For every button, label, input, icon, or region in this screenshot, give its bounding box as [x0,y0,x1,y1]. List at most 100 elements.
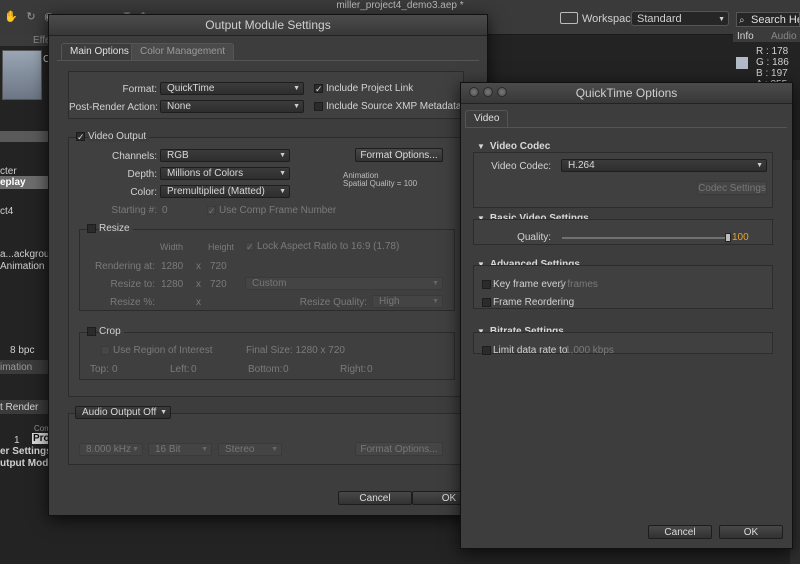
width-header: Width [160,242,184,252]
limit-data-rate-value[interactable]: 1,000 kbps [565,345,614,356]
video-codec-select[interactable]: H.264 ▼ [561,159,767,172]
info-tab[interactable]: Info [737,31,754,42]
chevron-down-icon: ▼ [279,170,286,177]
audio-tab[interactable]: Audio [771,31,797,42]
cancel-button[interactable]: Cancel [338,491,412,505]
project-item[interactable]: ct4 [0,206,13,217]
chevron-down-icon: ▼ [432,298,439,305]
crop-left-value[interactable]: 0 [191,364,197,375]
timeline-tab-bar: imation [0,360,48,374]
bit-depth-select[interactable]: 16 Bit ▼ [148,443,212,456]
chevron-down-icon: ▼ [293,85,300,92]
cancel-button[interactable]: Cancel [648,525,712,539]
crop-bottom-value[interactable]: 0 [283,364,289,375]
crop-right-label: Right: [340,364,367,375]
crop-bottom-label: Bottom: [248,364,283,375]
video-codec-section-title: Video Codec [489,141,551,152]
resize-height-input[interactable]: 720 [210,279,227,290]
format-label: Format: [122,84,157,95]
use-roi-checkbox[interactable] [101,346,110,355]
render-row-number: 1 [14,435,20,446]
crop-top-value[interactable]: 0 [112,364,118,375]
post-render-select[interactable]: None ▼ [160,100,304,113]
frame-reordering-checkbox[interactable] [482,298,491,307]
sample-rate-select[interactable]: 8.000 kHz ▼ [79,443,143,456]
quality-slider-thumb[interactable] [725,233,731,242]
resize-checkbox[interactable] [87,224,96,233]
resize-quality-label: Resize Quality: [299,297,367,308]
format-select[interactable]: QuickTime ▼ [160,82,304,95]
chevron-down-icon: ▼ [718,16,725,23]
chevron-down-icon: ▼ [201,446,208,453]
include-xmp-label: Include Source XMP Metadata [326,101,462,112]
tab-main-options[interactable]: Main Options [61,43,138,60]
chevron-down-icon: ▼ [160,409,167,416]
use-comp-frame-checkbox[interactable]: ✓ [207,206,216,216]
include-project-link-checkbox[interactable]: ✓ [314,84,323,94]
limit-data-rate-checkbox[interactable] [482,346,491,355]
codec-settings-button[interactable]: Codec Settings [697,181,767,195]
chevron-down-icon: ▼ [756,162,763,169]
project-item[interactable]: Animation [0,261,44,272]
audio-output-value: Audio Output Off [82,407,157,418]
crop-right-value[interactable]: 0 [367,364,373,375]
project-item-selected[interactable]: eplay [0,176,48,189]
rendering-width: 1280 [161,261,184,272]
frame-reordering-label: Frame Reordering [493,297,575,308]
minimize-window-icon[interactable] [483,87,493,97]
resize-quality-select[interactable]: High ▼ [372,295,443,308]
hand-tool-icon[interactable]: ✋ [4,11,18,23]
starting-number-value[interactable]: 0 [162,205,168,216]
quality-slider-fill [562,237,728,239]
quality-value[interactable]: 100 [732,232,749,243]
format-options-button[interactable]: Format Options... [355,148,443,162]
output-module-title: Output Module Settings [49,15,487,36]
use-comp-frame-label: Use Comp Frame Number [219,205,337,216]
include-xmp-checkbox[interactable] [314,102,323,111]
use-roi-label: Use Region of Interest [113,345,213,356]
video-codec-section-header[interactable]: ▼ Video Codec [477,141,550,152]
channels-select[interactable]: RGB ▼ [160,149,290,162]
tab-video[interactable]: Video [465,110,509,127]
final-size-label: Final Size: 1280 x 720 [246,345,345,356]
key-frame-value[interactable]: 1 frames [559,279,598,290]
tab-color-management[interactable]: Color Management [131,43,235,60]
resize-label: Resize [99,223,133,234]
zoom-window-icon[interactable] [497,87,507,97]
audio-group [68,413,464,465]
search-help-input[interactable]: ⌕ Search Help [736,12,800,27]
color-select[interactable]: Premultiplied (Matted) ▼ [160,185,290,198]
rotate-tool-icon[interactable]: ↻ [24,11,38,23]
limit-data-rate-label: Limit data rate to [493,345,568,356]
key-frame-checkbox[interactable] [482,280,491,289]
chevron-down-icon: ▼ [279,152,286,159]
audio-format-options-button[interactable]: Format Options... [355,442,443,456]
color-swatch [736,57,748,69]
close-window-icon[interactable] [469,87,479,97]
audio-channels-value: Stereo [225,444,255,455]
audio-output-select[interactable]: Audio Output Off ▼ [75,406,171,419]
crop-checkbox[interactable] [87,327,96,336]
video-output-checkbox[interactable]: ✓ [76,132,85,142]
video-output-label: Video Output [88,131,150,142]
crop-label: Crop [99,326,124,337]
depth-label: Depth: [127,169,157,180]
resize-width-input[interactable]: 1280 [161,279,183,290]
lock-aspect-checkbox[interactable]: ✓ [245,242,254,252]
resize-quality-value: High [379,296,400,307]
bit-depth-label[interactable]: 8 bpc [10,345,34,356]
include-project-link-label: Include Project Link [326,83,414,94]
chevron-down-icon: ▼ [432,280,439,287]
ok-button[interactable]: OK [719,525,783,539]
depth-select[interactable]: Millions of Colors ▼ [160,167,290,180]
audio-channels-select[interactable]: Stereo ▼ [218,443,282,456]
project-columns-header [0,131,48,142]
workspace-select[interactable]: Standard ▼ [631,11,729,26]
render-row-name[interactable]: Pro [32,433,50,444]
animation-tab[interactable]: imation [0,362,32,373]
resize-preset-select[interactable]: Custom ▼ [245,277,443,290]
workspace-icon [560,12,578,24]
search-icon: ⌕ [739,15,745,26]
output-module-dialog: Output Module Settings Main Options Colo… [48,14,488,516]
tab-divider [57,60,479,61]
